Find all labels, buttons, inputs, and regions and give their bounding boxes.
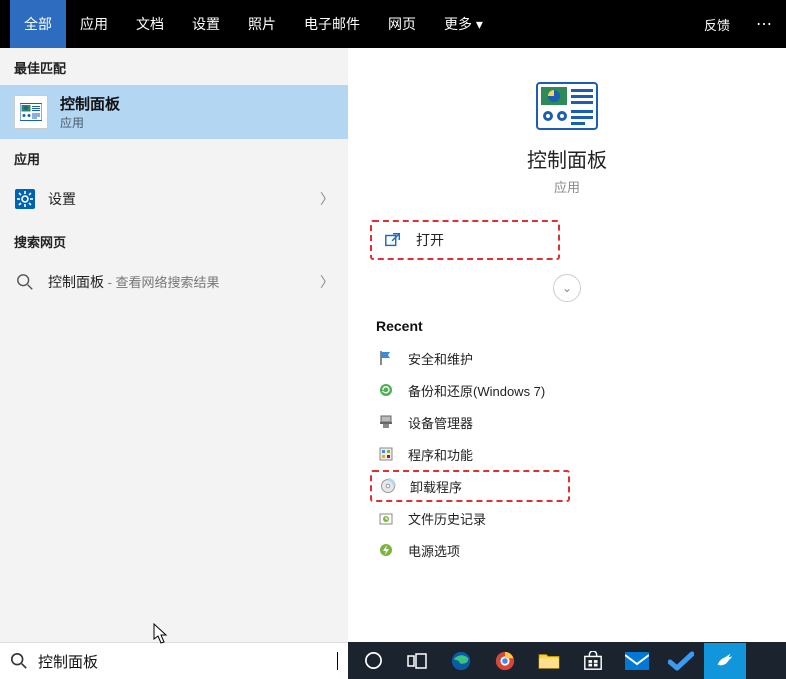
section-best-match: 最佳匹配 (0, 48, 348, 85)
tab-more[interactable]: 更多 ▾ (430, 0, 497, 48)
section-apps: 应用 (0, 139, 348, 176)
tab-photos[interactable]: 照片 (234, 0, 290, 48)
search-icon (14, 271, 36, 293)
recent-item[interactable]: 电源选项 (370, 534, 786, 566)
taskbar-app-bird[interactable] (704, 643, 746, 679)
recent-item-label: 设备管理器 (408, 413, 473, 432)
recent-item[interactable]: 设备管理器 (370, 406, 786, 438)
taskbar-taskview[interactable] (396, 643, 438, 679)
tab-settings[interactable]: 设置 (178, 0, 234, 48)
search-input[interactable] (38, 653, 337, 670)
settings-icon (14, 188, 36, 210)
tab-email[interactable]: 电子邮件 (290, 0, 374, 48)
taskbar-store[interactable] (572, 643, 614, 679)
taskbar (348, 642, 786, 679)
cd-icon (378, 476, 398, 496)
recent-item[interactable]: 安全和维护 (370, 342, 786, 374)
recent-item[interactable]: 卸载程序 (370, 470, 570, 502)
recent-item-label: 文件历史记录 (408, 509, 486, 528)
open-button[interactable]: 打开 (370, 220, 560, 260)
flag-icon (376, 348, 396, 368)
programs-icon (376, 444, 396, 464)
open-label: 打开 (416, 230, 444, 250)
app-row-settings[interactable]: 设置 〉 (0, 176, 348, 222)
chevron-down-icon: ⌄ (562, 281, 572, 295)
search-icon (10, 652, 28, 670)
best-match-title: 控制面板 (60, 93, 120, 114)
taskbar-mail[interactable] (616, 643, 658, 679)
taskbar-cortana[interactable] (352, 643, 394, 679)
power-icon (376, 540, 396, 560)
recent-item-label: 程序和功能 (408, 445, 473, 464)
recent-item[interactable]: 程序和功能 (370, 438, 786, 470)
backup-icon (376, 380, 396, 400)
best-match-row[interactable]: 控制面板 应用 (0, 85, 348, 139)
control-panel-icon-large (536, 82, 598, 130)
web-row[interactable]: 控制面板 - 查看网络搜索结果 〉 (0, 259, 348, 305)
chevron-right-icon: 〉 (320, 272, 334, 292)
tab-apps[interactable]: 应用 (66, 0, 122, 48)
recent-item-label: 电源选项 (408, 541, 460, 560)
expand-button[interactable]: ⌄ (553, 274, 581, 302)
preview-title: 控制面板 (348, 144, 786, 173)
recent-item-label: 安全和维护 (408, 349, 473, 368)
filehistory-icon (376, 508, 396, 528)
recent-header: Recent (348, 302, 786, 342)
device-icon (376, 412, 396, 432)
taskbar-todo[interactable] (660, 643, 702, 679)
taskbar-explorer[interactable] (528, 643, 570, 679)
chevron-right-icon: 〉 (320, 189, 334, 209)
taskbar-edge[interactable] (440, 643, 482, 679)
tab-all[interactable]: 全部 (10, 0, 66, 48)
text-caret (337, 652, 338, 670)
recent-item-label: 备份和还原(Windows 7) (408, 381, 545, 400)
recent-item-label: 卸载程序 (410, 477, 462, 496)
preview-subtitle: 应用 (348, 177, 786, 196)
top-tabs-bar: 全部 应用 文档 设置 照片 电子邮件 网页 更多 ▾ 反馈 ⋯ (0, 0, 786, 48)
tab-web[interactable]: 网页 (374, 0, 430, 48)
preview-pane: 控制面板 应用 打开 ⌄ Recent 安全和维护备份和还原(Windows 7… (348, 48, 786, 642)
taskbar-chrome[interactable] (484, 643, 526, 679)
control-panel-icon (14, 95, 48, 129)
feedback-link[interactable]: 反馈 (692, 0, 742, 48)
section-web: 搜索网页 (0, 222, 348, 259)
web-row-label: 控制面板 - 查看网络搜索结果 (48, 272, 320, 292)
search-bar[interactable] (0, 642, 348, 679)
recent-item[interactable]: 文件历史记录 (370, 502, 786, 534)
results-pane: 最佳匹配 控制面板 应用 (0, 48, 348, 642)
open-icon (384, 231, 402, 249)
tab-documents[interactable]: 文档 (122, 0, 178, 48)
more-options-button[interactable]: ⋯ (742, 0, 786, 48)
recent-item[interactable]: 备份和还原(Windows 7) (370, 374, 786, 406)
best-match-subtitle: 应用 (60, 114, 120, 131)
app-row-label: 设置 (48, 189, 320, 209)
